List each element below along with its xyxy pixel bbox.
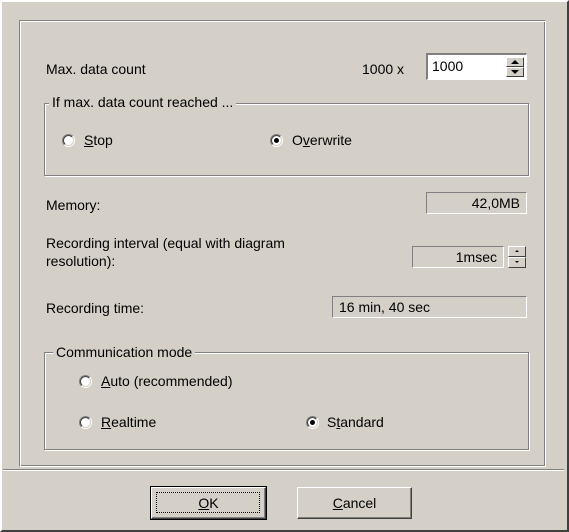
auto-radio-label[interactable]: Auto (recommended) — [101, 372, 233, 390]
cancel-button-label: Cancel — [332, 495, 377, 511]
realtime-radio[interactable] — [79, 416, 92, 429]
memory-label: Memory: — [46, 197, 101, 213]
standard-radio-label[interactable]: Standard — [327, 413, 384, 431]
standard-radio[interactable] — [306, 416, 319, 429]
communication-mode-legend: Communication mode — [53, 344, 196, 360]
spin-down-icon — [515, 261, 519, 263]
radio-selected-dot — [274, 138, 279, 143]
memory-value: 42,0MB — [426, 192, 527, 214]
realtime-radio-label[interactable]: Realtime — [101, 413, 156, 431]
interval-spin-up-button[interactable] — [508, 246, 526, 257]
max-data-count-label: Max. data count — [46, 61, 146, 77]
spin-down-button[interactable] — [506, 67, 524, 77]
recording-time-label: Recording time: — [46, 300, 145, 316]
interval-spin-down-button[interactable] — [508, 257, 526, 268]
max-reached-legend: If max. data count reached ... — [49, 94, 237, 110]
stop-radio[interactable] — [62, 134, 75, 147]
focus-rectangle — [156, 492, 260, 513]
max-data-count-spinbox[interactable]: 1000 — [426, 53, 527, 80]
recording-interval-spinner[interactable] — [508, 246, 526, 268]
recording-interval-label-line2: resolution): — [46, 253, 116, 269]
overwrite-radio[interactable] — [270, 134, 283, 147]
spin-down-icon — [511, 70, 519, 74]
spin-up-icon — [515, 250, 519, 252]
multiplier-label: 1000 x — [362, 61, 405, 77]
auto-radio[interactable] — [79, 375, 92, 388]
max-reached-group — [44, 103, 529, 176]
recording-interval-label-line1: Recording interval (equal with diagram — [46, 235, 285, 251]
ok-button[interactable]: OK — [150, 486, 267, 520]
spin-up-icon — [511, 60, 519, 64]
radio-selected-dot — [310, 420, 315, 425]
max-data-count-spinner[interactable] — [506, 57, 524, 77]
overwrite-radio-label[interactable]: Overwrite — [292, 131, 352, 149]
communication-mode-group — [44, 352, 529, 450]
recording-time-value: 16 min, 40 sec — [332, 296, 527, 318]
max-data-count-input[interactable]: 1000 — [432, 56, 463, 76]
spin-up-button[interactable] — [506, 57, 524, 67]
button-separator — [3, 469, 564, 471]
recording-interval-value: 1msec — [412, 246, 504, 268]
stop-radio-label[interactable]: Stop — [84, 131, 113, 149]
cancel-button[interactable]: Cancel — [297, 487, 412, 519]
